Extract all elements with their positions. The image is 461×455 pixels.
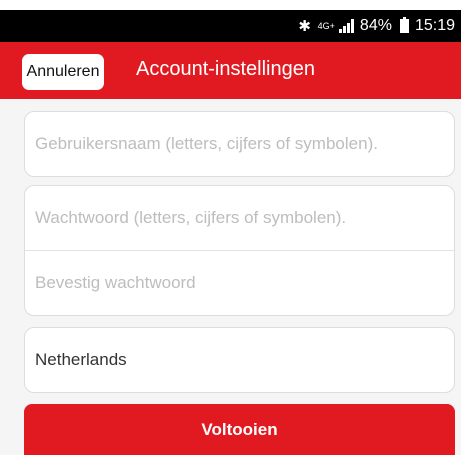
password-group bbox=[24, 185, 455, 316]
confirm-password-input[interactable] bbox=[25, 251, 454, 315]
signal-icon bbox=[338, 19, 354, 33]
username-group bbox=[24, 111, 455, 177]
submit-button[interactable]: Voltooien bbox=[24, 404, 455, 455]
status-time: 15:19 bbox=[414, 17, 455, 34]
username-input[interactable] bbox=[25, 112, 454, 176]
bluetooth-icon: ✱ bbox=[298, 18, 311, 35]
password-input[interactable] bbox=[25, 186, 454, 250]
app-header: Annuleren Account-instellingen bbox=[0, 42, 461, 99]
network-type-icon: 4G+ bbox=[317, 20, 335, 31]
cancel-button[interactable]: Annuleren bbox=[22, 54, 104, 90]
battery-percent: 84% bbox=[359, 17, 392, 34]
country-group bbox=[24, 327, 455, 393]
network-label: 4G+ bbox=[317, 20, 335, 31]
status-bar: ✱ 4G+ 84% 15:19 bbox=[0, 10, 461, 42]
page-title: Account-instellingen bbox=[136, 58, 315, 80]
country-input[interactable] bbox=[25, 328, 454, 392]
account-settings-screen: ✱ 4G+ 84% 15:19 Annuleren Account-instel… bbox=[0, 0, 461, 455]
battery-icon bbox=[399, 17, 409, 33]
top-strip bbox=[0, 0, 461, 10]
